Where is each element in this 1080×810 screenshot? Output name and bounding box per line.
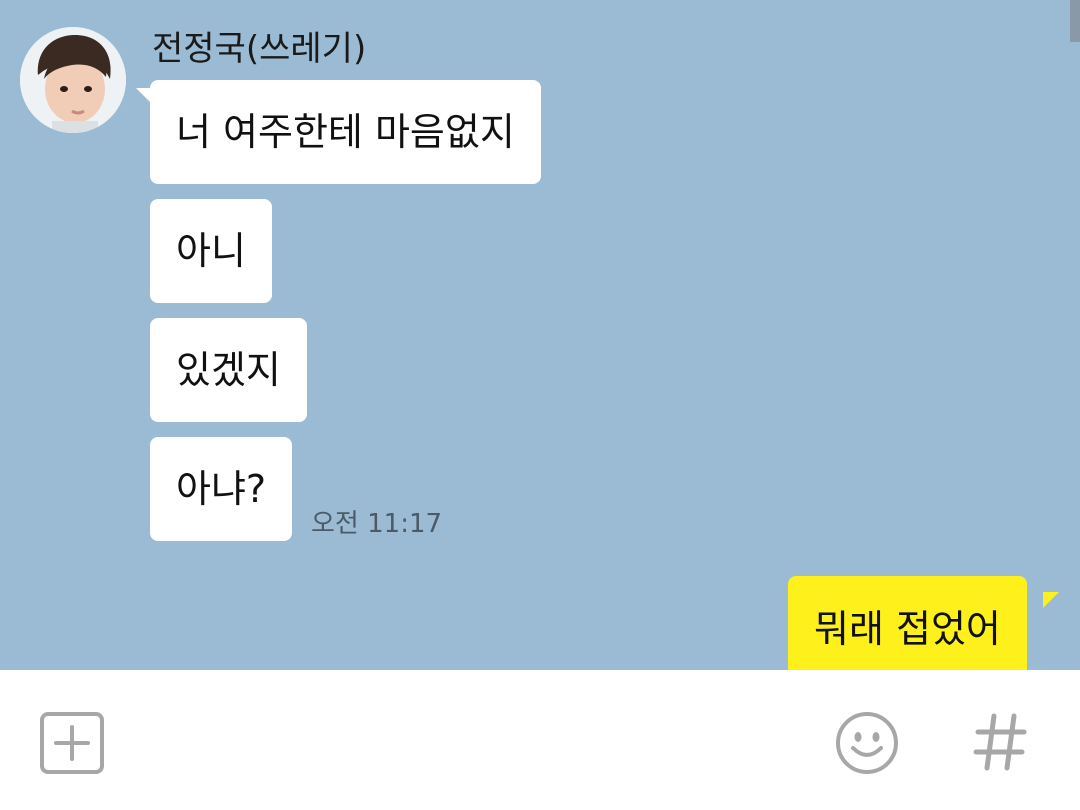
emoji-button[interactable] <box>834 710 900 776</box>
outgoing-message[interactable]: 뭐래 접었어 <box>788 576 1027 670</box>
incoming-message[interactable]: 아니 <box>150 199 272 303</box>
incoming-message[interactable]: 너 여주한테 마음없지 <box>150 80 541 184</box>
outgoing-bubble-tail <box>1043 592 1059 608</box>
plus-icon <box>54 725 90 761</box>
message-timestamp: 오전 11:17 <box>311 509 443 539</box>
incoming-message[interactable]: 있겠지 <box>150 318 307 422</box>
avatar[interactable] <box>20 27 126 133</box>
chat-screen: 전정국(쓰레기) 너 여주한테 마음없지 아니 있겠지 아냐? 오전 11:17… <box>0 0 1080 810</box>
emoji-icon <box>836 712 898 774</box>
sender-name: 전정국(쓰레기) <box>152 29 367 69</box>
add-attachment-button[interactable] <box>40 712 104 774</box>
input-bar <box>0 670 1080 810</box>
avatar-image <box>20 27 126 133</box>
incoming-message[interactable]: 아냐? <box>150 437 293 541</box>
scrollbar[interactable] <box>1070 0 1080 42</box>
hashtag-search-button[interactable] <box>970 706 1030 776</box>
hash-icon <box>973 713 1027 771</box>
